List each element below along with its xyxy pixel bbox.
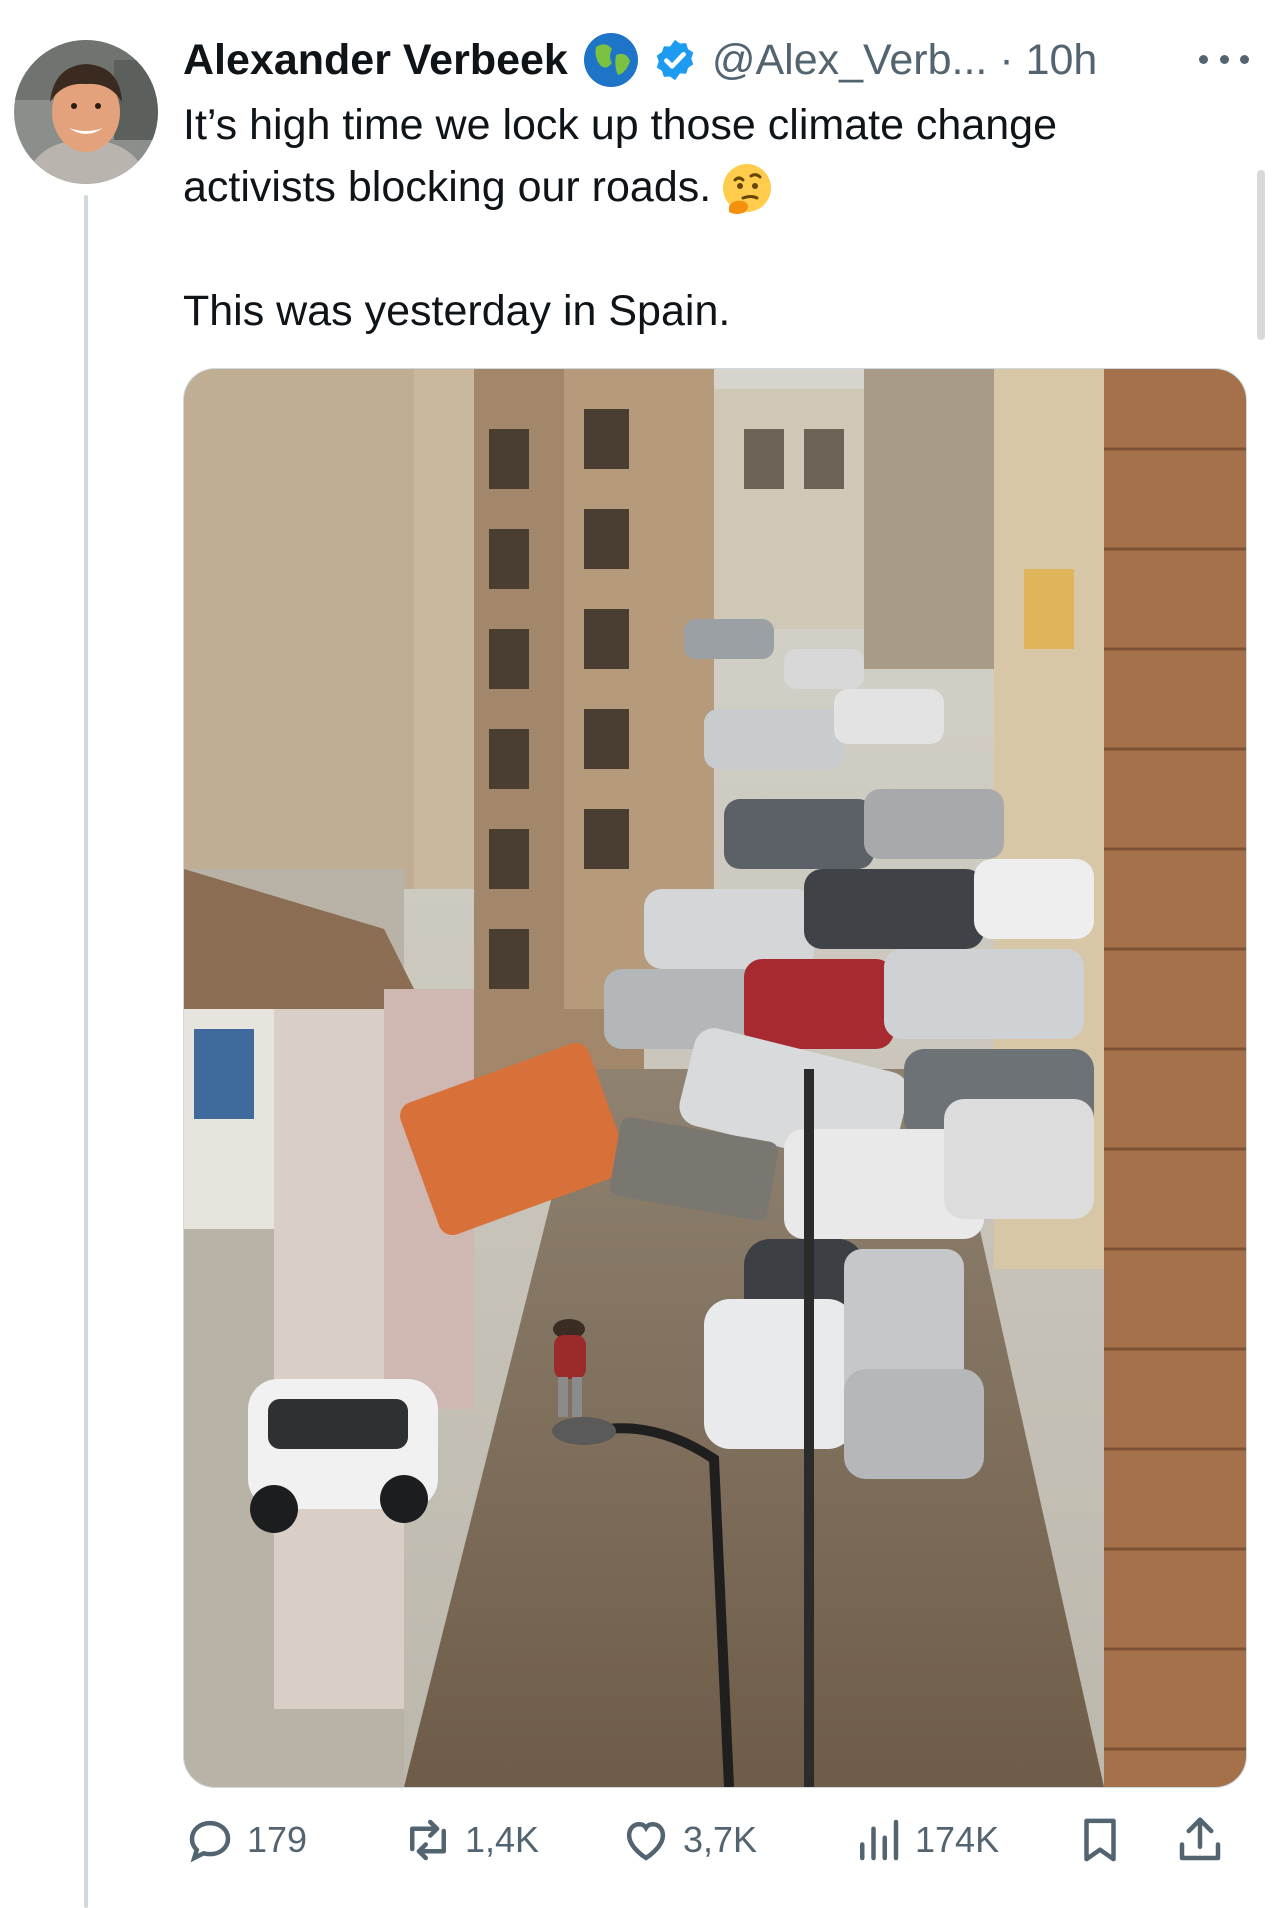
handle-text[interactable]: @Alex_Verb... [712, 36, 988, 84]
tweet-line-2-text: activists blocking our roads. [183, 163, 712, 211]
reply-button[interactable]: 179 [183, 1805, 307, 1875]
flood-street-photo [184, 369, 1246, 1787]
reply-count: 179 [247, 1819, 308, 1860]
tweet-line-2: activists blocking our roads. [183, 156, 1223, 218]
author-handle[interactable]: @Alex_Verb... · 10h [712, 36, 1098, 85]
thinking-face-emoji-icon [723, 163, 772, 214]
heart-icon [626, 1821, 666, 1861]
tweet-line-1: It’s high time we lock up those climate … [183, 101, 1058, 149]
author-name[interactable]: Alexander Verbeek [183, 36, 568, 85]
share-upload-icon [1179, 1817, 1221, 1861]
timestamp[interactable]: 10h [1026, 36, 1098, 84]
more-dots-icon[interactable] [1199, 44, 1249, 74]
bar-chart-icon [860, 1819, 899, 1861]
speech-bubble-icon [189, 1820, 231, 1863]
views-count: 174K [915, 1819, 1000, 1860]
tweet-line-3: This was yesterday in Spain. [183, 287, 731, 335]
avatar[interactable] [14, 40, 158, 184]
tweet-header: Alexander Verbeek @Alex_Verb... · 10h [183, 30, 1263, 90]
bookmark-icon [1084, 1818, 1116, 1862]
repost-count: 1,4K [465, 1819, 540, 1860]
action-bar: 179 1,4K 3,7K 174K [183, 1805, 1243, 1875]
views-button[interactable]: 174K [851, 1805, 999, 1875]
globe-emoji-icon [583, 33, 638, 87]
repost-arrows-icon [410, 1819, 446, 1861]
separator-dot: · [999, 35, 1014, 84]
bookmark-button[interactable] [1073, 1805, 1127, 1875]
like-count: 3,7K [683, 1819, 758, 1860]
repost-button[interactable]: 1,4K [401, 1805, 539, 1875]
thread-line [84, 195, 88, 1908]
verified-badge-icon [656, 39, 694, 81]
scrollbar[interactable] [1257, 170, 1265, 340]
like-button[interactable]: 3,7K [619, 1805, 757, 1875]
share-button[interactable] [1173, 1805, 1227, 1875]
tweet-text: It’s high time we lock up those climate … [183, 94, 1223, 342]
tweet-media-photo[interactable] [183, 368, 1247, 1788]
